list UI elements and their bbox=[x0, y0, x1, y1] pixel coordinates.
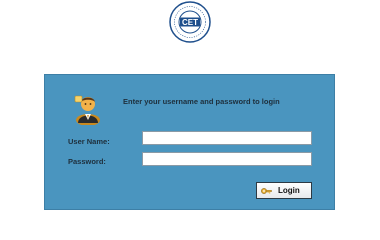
password-field[interactable] bbox=[142, 152, 312, 166]
login-page: CET Enter your username and password to … bbox=[0, 0, 380, 214]
user-icon bbox=[74, 95, 100, 125]
username-field[interactable] bbox=[142, 131, 312, 145]
password-label: Password: bbox=[68, 157, 106, 166]
logo-text: CET bbox=[182, 18, 198, 27]
login-instructions: Enter your username and password to logi… bbox=[123, 97, 280, 106]
cet-logo: CET bbox=[169, 1, 211, 43]
username-label: User Name: bbox=[68, 137, 110, 146]
key-icon bbox=[261, 187, 272, 194]
login-button-label: Login bbox=[278, 186, 300, 195]
login-panel: Enter your username and password to logi… bbox=[44, 74, 335, 210]
login-button[interactable]: Login bbox=[256, 182, 312, 199]
